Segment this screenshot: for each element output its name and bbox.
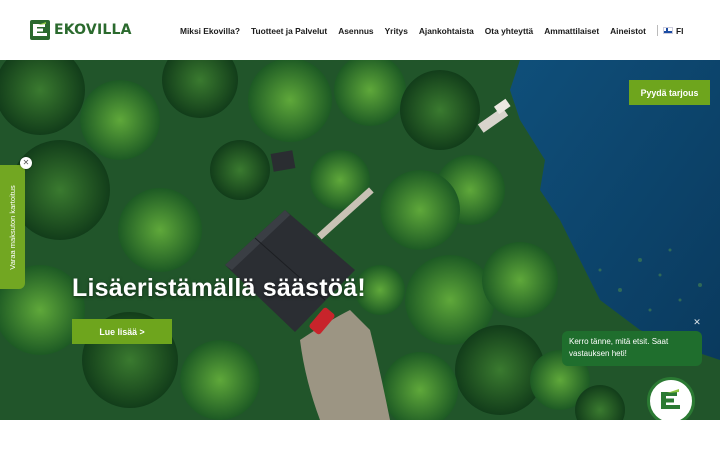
finland-flag-icon <box>662 27 673 34</box>
logo[interactable]: EKOVILLA <box>30 20 132 40</box>
nav-item-ammattilaiset[interactable]: Ammattilaiset <box>544 26 599 36</box>
chat-launcher-icon[interactable] <box>647 377 695 420</box>
language-label: FI <box>675 25 684 36</box>
free-survey-tab[interactable]: Varaa maksuton kartoitus <box>0 165 25 289</box>
ekovilla-logo-icon <box>30 20 50 40</box>
nav-item-asennus[interactable]: Asennus <box>338 26 373 36</box>
request-quote-button[interactable]: Pyydä tarjous <box>629 80 710 105</box>
hero-title: Lisäeristämällä säästöä! <box>72 274 366 302</box>
page: EKOVILLA Miksi Ekovilla? Tuotteet ja Pal… <box>0 0 720 450</box>
nav-item-ota-yhteytta[interactable]: Ota yhteyttä <box>485 26 533 36</box>
nav-item-tuotteet[interactable]: Tuotteet ja Palvelut <box>251 26 327 36</box>
main-nav: Miksi Ekovilla? Tuotteet ja Palvelut Ase… <box>180 25 683 36</box>
hero-section: Pyydä tarjous Varaa maksuton kartoitus ✕… <box>0 60 720 420</box>
logo-text: EKOVILLA <box>54 22 132 38</box>
free-survey-label: Varaa maksuton kartoitus <box>8 184 17 270</box>
read-more-button[interactable]: Lue lisää > <box>72 319 172 344</box>
site-header: EKOVILLA Miksi Ekovilla? Tuotteet ja Pal… <box>0 0 720 60</box>
language-switcher[interactable]: FI <box>656 25 684 36</box>
ekovilla-logo-icon <box>661 389 680 409</box>
nav-item-yritys[interactable]: Yritys <box>385 26 408 36</box>
hero-image <box>0 60 720 420</box>
nav-item-aineistot[interactable]: Aineistot <box>610 26 646 36</box>
nav-item-miksi-ekovilla[interactable]: Miksi Ekovilla? <box>180 26 240 36</box>
close-icon[interactable]: ✕ <box>20 157 32 169</box>
close-icon[interactable]: ✕ <box>692 317 702 327</box>
nav-item-ajankohtaista[interactable]: Ajankohtaista <box>419 26 474 36</box>
chat-prompt-bubble[interactable]: Kerro tänne, mitä etsit. Saat vastauksen… <box>562 331 702 366</box>
